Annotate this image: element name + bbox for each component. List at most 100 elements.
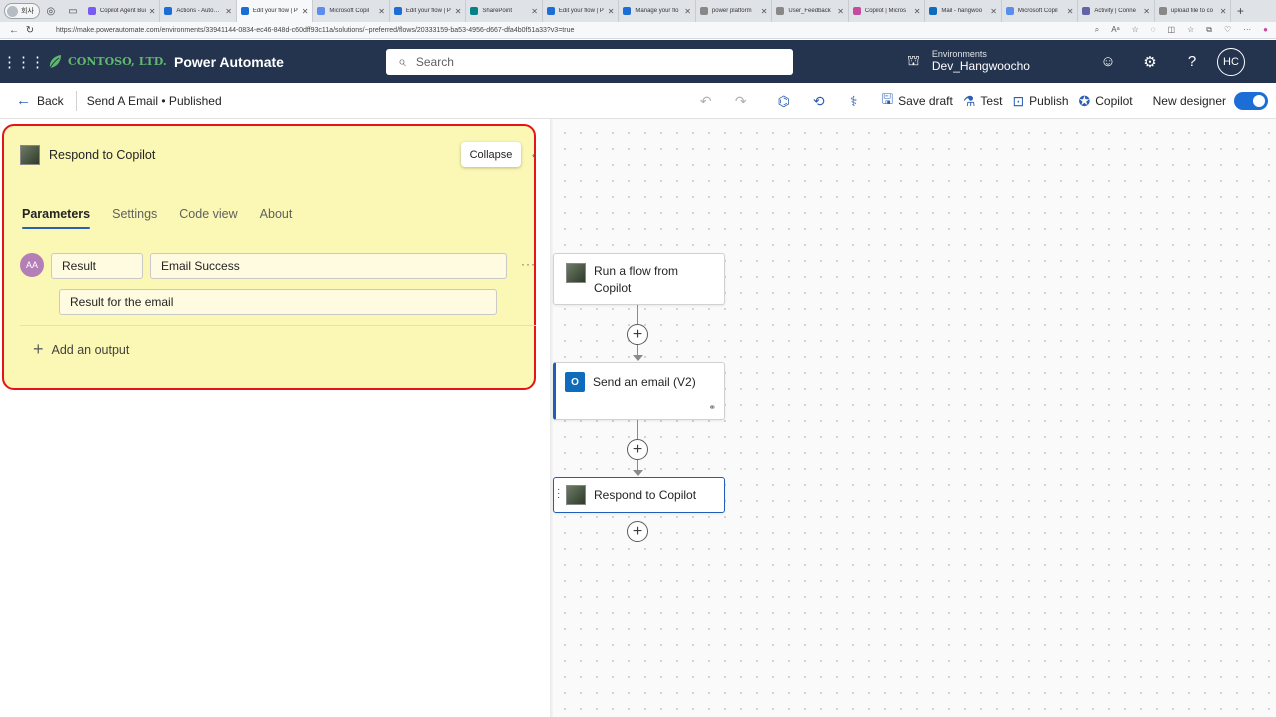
close-tab-icon[interactable]: ✕ bbox=[149, 7, 156, 16]
workspaces-icon[interactable]: ◎ bbox=[40, 0, 62, 22]
close-tab-icon[interactable]: ✕ bbox=[684, 7, 691, 16]
tab-about[interactable]: About bbox=[260, 207, 293, 221]
drag-handle-icon[interactable]: · · · bbox=[557, 485, 560, 503]
feedback-smiley-icon[interactable]: ☺ bbox=[1087, 53, 1129, 70]
publish-icon: ⊡ bbox=[1012, 92, 1025, 109]
copilot-label: Copilot bbox=[1095, 94, 1133, 108]
close-tab-icon[interactable]: ✕ bbox=[990, 7, 997, 16]
flow-checker-icon[interactable]: ⌬ bbox=[766, 93, 801, 110]
read-aloud-icon[interactable]: Aᵃ bbox=[1111, 25, 1119, 35]
save-draft-button[interactable]: 🖫 Save draft bbox=[881, 89, 953, 113]
user-avatar[interactable]: HC bbox=[1217, 47, 1245, 76]
flask-icon: ⚗ bbox=[962, 92, 976, 109]
browser-tab[interactable]: SharePoint ✕ bbox=[466, 0, 543, 22]
copilot-sidebar-icon[interactable]: ● bbox=[1263, 25, 1268, 35]
search-placeholder: Search bbox=[415, 54, 454, 69]
back-nav-icon[interactable]: ← bbox=[6, 25, 22, 36]
insert-step-button[interactable]: + bbox=[627, 324, 648, 345]
node-send-an-email[interactable]: O Send an email (V2) ⚭ bbox=[553, 362, 725, 420]
close-tab-icon[interactable]: ✕ bbox=[761, 7, 768, 16]
browser-tab[interactable]: User_Feedback ✕ bbox=[772, 0, 849, 22]
close-tab-icon[interactable]: ✕ bbox=[378, 7, 385, 16]
close-tab-icon[interactable]: ✕ bbox=[531, 7, 538, 16]
browser-essentials-icon[interactable]: ♡ bbox=[1224, 25, 1231, 35]
browser-tab[interactable]: Copilot Agent Bui ✕ bbox=[84, 0, 161, 22]
insert-step-button[interactable]: + bbox=[627, 439, 648, 460]
browser-tab[interactable]: power platform ✕ bbox=[696, 0, 773, 22]
node-run-a-flow-from-copilot[interactable]: Run a flow from Copilot bbox=[553, 253, 725, 305]
close-tab-icon[interactable]: ✕ bbox=[455, 7, 462, 16]
close-tab-icon[interactable]: ✕ bbox=[914, 7, 921, 16]
output-description-field[interactable]: Result for the email bbox=[59, 289, 497, 315]
new-tab-button[interactable]: + bbox=[1231, 4, 1249, 18]
more-options-icon[interactable]: ··· bbox=[1243, 25, 1251, 35]
close-tab-icon[interactable]: ✕ bbox=[1220, 7, 1227, 16]
collapse-button[interactable]: Collapse bbox=[461, 142, 521, 167]
favorite-star-icon[interactable]: ☆ bbox=[1132, 25, 1139, 35]
tab-actions-icon[interactable]: ▭ bbox=[62, 0, 84, 22]
undo-icon[interactable]: ↶ bbox=[688, 93, 723, 110]
node-respond-to-copilot[interactable]: · · · Respond to Copilot bbox=[553, 477, 725, 513]
zoom-icon[interactable]: ⌕ bbox=[1095, 25, 1099, 35]
browser-tab[interactable]: Edit your flow | P ✕ bbox=[390, 0, 467, 22]
help-icon[interactable]: ? bbox=[1171, 53, 1213, 70]
browser-tab[interactable]: Microsoft Copil ✕ bbox=[1002, 0, 1079, 22]
product-name[interactable]: Power Automate bbox=[174, 54, 386, 70]
redo-icon[interactable]: ↷ bbox=[723, 93, 758, 110]
tab-code-view[interactable]: Code view bbox=[179, 207, 237, 221]
search-box[interactable]: ⌕ Search bbox=[386, 48, 793, 75]
save-draft-label: Save draft bbox=[898, 94, 953, 108]
extension-icon[interactable]: ◌ bbox=[1151, 25, 1156, 35]
back-label: Back bbox=[37, 93, 64, 108]
tab-favicon-icon bbox=[776, 7, 785, 15]
tab-favicon-icon bbox=[393, 7, 402, 15]
browser-tab[interactable]: Microsoft Copil ✕ bbox=[313, 0, 390, 22]
browser-tab[interactable]: upload file to co ✕ bbox=[1155, 0, 1232, 22]
test-button[interactable]: ⚗ Test bbox=[963, 93, 1003, 110]
add-output-button[interactable]: + Add an output bbox=[33, 339, 129, 360]
tab-title: Mail - hangwoo bbox=[941, 8, 983, 14]
close-tab-icon[interactable]: ✕ bbox=[302, 7, 309, 16]
close-tab-icon[interactable]: ✕ bbox=[1067, 7, 1074, 16]
browser-profile-button[interactable]: 회사 bbox=[4, 3, 40, 19]
browser-tab[interactable]: Manage your flo ✕ bbox=[619, 0, 696, 22]
split-screen-icon[interactable]: ◫ bbox=[1168, 25, 1176, 35]
browser-tab[interactable]: Activity | Conne ✕ bbox=[1078, 0, 1155, 22]
output-name-field[interactable]: Result bbox=[51, 253, 143, 279]
tab-title: Copilot Agent Bui bbox=[99, 8, 146, 14]
close-tab-icon[interactable]: ✕ bbox=[837, 7, 844, 16]
health-stethoscope-icon[interactable]: ⚕ bbox=[836, 93, 871, 110]
more-options-icon[interactable]: ··· bbox=[521, 257, 536, 271]
tab-title: SharePoint bbox=[482, 8, 513, 14]
tab-settings[interactable]: Settings bbox=[112, 207, 157, 221]
copilot-button[interactable]: ✪ Copilot bbox=[1079, 93, 1133, 110]
favorites-icon[interactable]: ☆ bbox=[1187, 25, 1194, 35]
browser-tab[interactable]: Actions - Auto… ✕ bbox=[160, 0, 237, 22]
action-properties-panel: Respond to Copilot Collapse ‹ Parameters… bbox=[0, 119, 553, 717]
url-field[interactable]: https://make.powerautomate.com/environme… bbox=[52, 24, 1095, 37]
browser-tab[interactable]: Mail - hangwoo ✕ bbox=[925, 0, 1002, 22]
add-step-button[interactable]: + bbox=[627, 521, 648, 542]
output-value-field[interactable]: Email Success bbox=[150, 253, 507, 279]
tab-parameters[interactable]: Parameters bbox=[22, 207, 91, 229]
environment-picker[interactable]: ⛫ Environments Dev_Hangwoocho bbox=[907, 49, 1087, 73]
collections-icon[interactable]: ⧉ bbox=[1206, 25, 1212, 35]
flow-canvas[interactable]: Run a flow from Copilot + O Send an emai… bbox=[553, 119, 1276, 717]
close-tab-icon[interactable]: ✕ bbox=[1143, 7, 1150, 16]
app-launcher-icon[interactable]: ⋮⋮⋮ bbox=[0, 53, 46, 71]
panel-title[interactable]: Respond to Copilot bbox=[49, 148, 155, 162]
new-designer-toggle[interactable] bbox=[1234, 92, 1268, 110]
close-tab-icon[interactable]: ✕ bbox=[225, 7, 232, 16]
browser-tab[interactable]: Edit your flow | P ✕ bbox=[236, 0, 314, 22]
settings-gear-icon[interactable]: ⚙ bbox=[1129, 53, 1171, 71]
refresh-icon[interactable]: ↻ bbox=[22, 25, 38, 36]
back-button[interactable]: ← Back bbox=[16, 92, 64, 109]
browser-tab[interactable]: Copilot | Micros ✕ bbox=[849, 0, 926, 22]
node-label: Send an email (V2) bbox=[593, 375, 696, 389]
tab-title: Activity | Conne bbox=[1094, 8, 1136, 14]
close-tab-icon[interactable]: ✕ bbox=[608, 7, 615, 16]
browser-tab[interactable]: Edit your flow | P ✕ bbox=[543, 0, 620, 22]
version-history-icon[interactable]: ⟲ bbox=[801, 93, 836, 110]
publish-button[interactable]: ⊡ Publish bbox=[1012, 93, 1068, 110]
chevron-left-icon[interactable]: ‹ bbox=[532, 148, 536, 162]
